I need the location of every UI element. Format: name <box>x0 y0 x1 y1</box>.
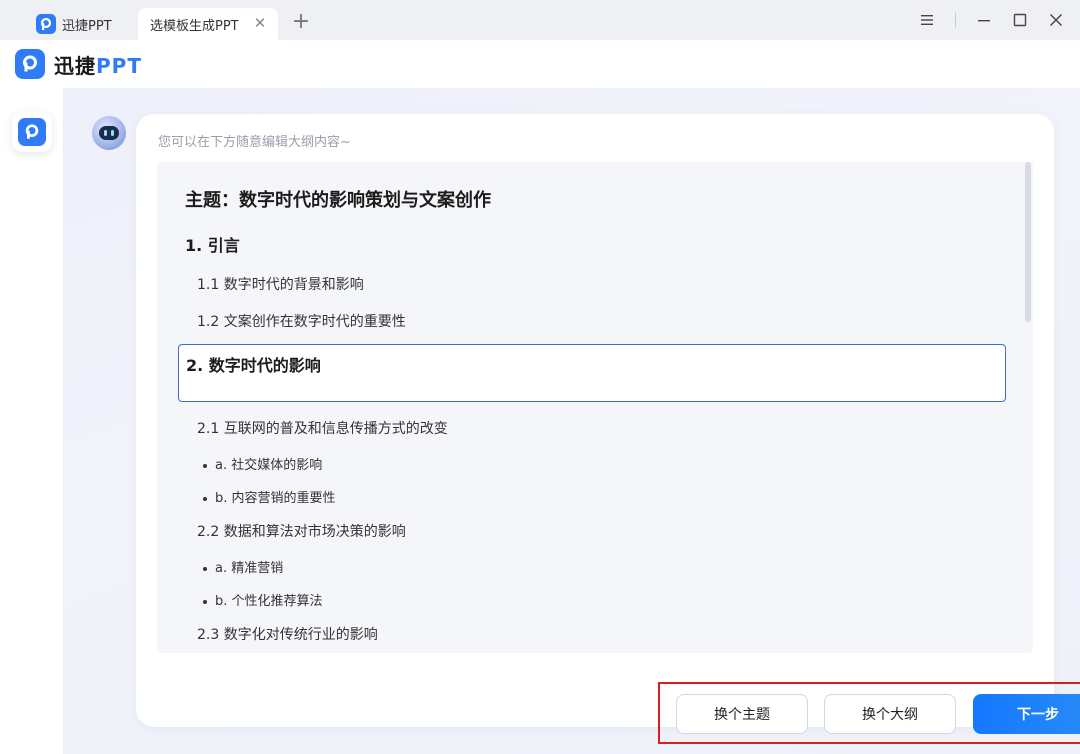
outline-title[interactable]: 主题：数字时代的影响策划与文案创作 <box>185 186 491 212</box>
close-window-icon[interactable] <box>1046 10 1066 30</box>
brand-name-prefix: 迅捷 <box>54 53 96 78</box>
ppt-logo-icon <box>18 118 46 146</box>
bullet-dot-icon <box>203 496 207 501</box>
app-logo-icon <box>36 14 56 34</box>
robot-avatar-icon <box>92 116 126 150</box>
outline-subsection[interactable]: 1.1 数字时代的背景和影响 <box>197 274 364 294</box>
left-sidebar <box>0 88 64 754</box>
outline-bullet-label: a. 精准营销 <box>215 561 284 576</box>
tab-template-ppt[interactable]: 选模板生成PPT ✕ <box>138 8 278 40</box>
outline-bullet[interactable]: b. 个性化推荐算法 <box>203 590 323 609</box>
outline-section-editing[interactable]: 2. 数字时代的影响 <box>178 344 1006 402</box>
change-outline-button[interactable]: 换个大纲 <box>824 694 956 734</box>
outline-subsection[interactable]: 2.2 数据和算法对市场决策的影响 <box>197 521 406 541</box>
bullet-dot-icon <box>203 566 207 571</box>
new-tab-icon[interactable]: + <box>290 11 312 34</box>
outline-bullet-label: b. 内容营销的重要性 <box>215 491 336 506</box>
divider <box>955 12 956 28</box>
bullet-dot-icon <box>203 463 207 468</box>
outline-bullet[interactable]: a. 精准营销 <box>203 557 283 576</box>
bullet-dot-icon <box>203 599 207 604</box>
action-buttons-highlight: 换个主题 换个大纲 下一步 <box>658 682 1080 744</box>
tab-bar: 迅捷PPT 选模板生成PPT ✕ + <box>0 0 1080 40</box>
outline-section[interactable]: 1. 引言 <box>185 232 240 256</box>
outline-subsection[interactable]: 1.2 文案创作在数字时代的重要性 <box>197 311 406 331</box>
tab-xunjie-ppt[interactable]: 迅捷PPT <box>30 8 130 40</box>
maximize-icon[interactable] <box>1010 10 1030 30</box>
close-tab-icon[interactable]: ✕ <box>252 15 268 31</box>
outline-bullet-label: b. 个性化推荐算法 <box>215 594 323 609</box>
minimize-icon[interactable] <box>974 10 994 30</box>
tab-label: 选模板生成PPT <box>150 18 239 34</box>
app-header: 迅捷PPT <box>0 40 1080 88</box>
edit-hint: 您可以在下方随意编辑大纲内容~ <box>158 135 351 150</box>
sidebar-item-ppt[interactable] <box>12 112 52 152</box>
brand-name-accent: PPT <box>96 53 142 78</box>
outline-section-label[interactable]: 2. 数字时代的影响 <box>186 352 321 376</box>
outline-bullet[interactable]: b. 内容营销的重要性 <box>203 487 336 506</box>
next-step-button[interactable]: 下一步 <box>973 694 1080 734</box>
brand-name: 迅捷PPT <box>54 50 142 79</box>
outline-scrollbar[interactable] <box>1025 162 1031 322</box>
outline-subsection[interactable]: 2.3 数字化对传统行业的影响 <box>197 624 378 644</box>
brand-logo-icon <box>15 49 45 79</box>
outline-editor[interactable]: 主题：数字时代的影响策划与文案创作 1. 引言 1.1 数字时代的背景和影响 1… <box>157 162 1033 653</box>
menu-icon[interactable] <box>917 10 937 30</box>
outline-bullet[interactable]: a. 社交媒体的影响 <box>203 454 322 473</box>
outline-bullet-label: a. 社交媒体的影响 <box>215 458 323 473</box>
outline-card: 您可以在下方随意编辑大纲内容~ 主题：数字时代的影响策划与文案创作 1. 引言 … <box>136 114 1080 744</box>
change-theme-button[interactable]: 换个主题 <box>676 694 808 734</box>
main-area: 您可以在下方随意编辑大纲内容~ 主题：数字时代的影响策划与文案创作 1. 引言 … <box>64 88 1080 754</box>
outline-subsection[interactable]: 2.1 互联网的普及和信息传播方式的改变 <box>197 418 448 438</box>
tab-label: 迅捷PPT <box>62 18 112 34</box>
